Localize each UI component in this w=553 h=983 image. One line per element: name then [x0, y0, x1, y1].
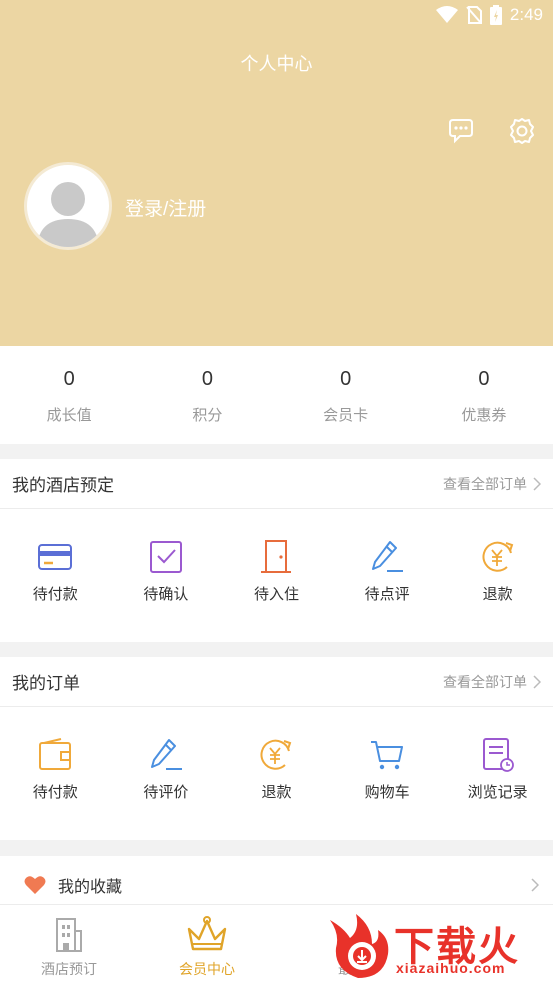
grid-label: 购物车	[364, 784, 410, 801]
avatar[interactable]	[24, 162, 112, 250]
stat-label: 积分	[192, 407, 223, 424]
stat-value: 0	[340, 368, 352, 390]
crown-icon	[187, 916, 227, 951]
building-icon	[56, 918, 82, 952]
yen-refund-icon	[261, 739, 292, 770]
page-title: 个人中心	[240, 54, 313, 74]
flame-logo-icon	[330, 914, 389, 978]
yen-refund-icon	[482, 541, 513, 572]
browsing-history[interactable]: 浏览记录	[442, 737, 553, 802]
status-time: 2:49	[509, 5, 543, 24]
battery-icon	[489, 5, 502, 25]
view-all-orders-link[interactable]: 查看全部订单	[443, 672, 541, 692]
settings-gear-icon[interactable]	[507, 116, 537, 146]
grid-label: 待付款	[32, 784, 78, 801]
grid-label: 待付款	[32, 586, 78, 603]
pen-icon	[372, 541, 404, 572]
chevron-right-icon	[531, 878, 539, 892]
checkbox-icon	[149, 541, 182, 573]
hotel-pending-confirm[interactable]: 待确认	[111, 539, 222, 604]
grid-label: 待评价	[143, 784, 189, 801]
grid-label: 待点评	[364, 586, 410, 603]
stat-label: 成长值	[46, 407, 92, 424]
section-title: 我的订单	[12, 674, 80, 693]
order-pending-review[interactable]: 待评价	[111, 737, 222, 802]
grid-label: 浏览记录	[467, 784, 528, 801]
chevron-right-icon	[533, 674, 541, 689]
grid-label: 待入住	[253, 586, 299, 603]
message-icon[interactable]	[446, 116, 476, 146]
stat-coupons[interactable]: 0 优惠券	[415, 346, 553, 444]
stat-growth[interactable]: 0 成长值	[0, 346, 138, 444]
stat-value: 0	[63, 368, 75, 390]
order-refund[interactable]: 退款	[221, 737, 332, 802]
wifi-icon	[435, 6, 458, 23]
stat-label: 会员卡	[323, 407, 369, 424]
hotel-refund[interactable]: 退款	[442, 539, 553, 604]
wallet-icon	[39, 738, 72, 770]
tab-hotel-booking[interactable]: 酒店预订	[0, 905, 138, 983]
stat-value: 0	[478, 368, 490, 390]
no-sim-icon	[466, 6, 482, 24]
stat-points[interactable]: 0 积分	[138, 346, 276, 444]
order-pending-payment[interactable]: 待付款	[0, 737, 111, 802]
view-all-label: 查看全部订单	[443, 475, 527, 492]
grid-label: 退款	[482, 586, 513, 603]
stat-member-card[interactable]: 0 会员卡	[277, 346, 415, 444]
watermark-logo: 下载火 xiazaihuo.com	[322, 912, 552, 982]
tab-label: 会员中心	[179, 961, 235, 977]
shopping-cart[interactable]: 购物车	[332, 737, 443, 802]
tab-label: 酒店预订	[41, 961, 97, 977]
profile-header: 2:49 个人中心 登录/注册	[0, 0, 553, 346]
watermark-url: xiazaihuo.com	[396, 960, 506, 976]
view-all-label: 查看全部订单	[443, 673, 527, 690]
hotel-pending-checkin[interactable]: 待入住	[221, 539, 332, 604]
heart-icon	[24, 876, 46, 894]
default-avatar-icon	[37, 182, 99, 247]
hotel-orders-section: 我的酒店预定 查看全部订单 待付款 待确认 待入住 待点评 退款	[0, 459, 553, 642]
stat-value: 0	[201, 368, 213, 390]
card-icon	[38, 544, 73, 570]
view-all-hotel-orders-link[interactable]: 查看全部订单	[443, 474, 541, 494]
tab-member-center[interactable]: 会员中心	[138, 905, 276, 983]
hotel-pending-review[interactable]: 待点评	[332, 539, 443, 604]
cart-icon	[371, 741, 404, 770]
stats-bar: 0 成长值 0 积分 0 会员卡 0 优惠券	[0, 346, 553, 444]
favorites-label: 我的收藏	[58, 879, 123, 896]
my-orders-header: 我的订单 查看全部订单	[0, 657, 553, 707]
section-title: 我的酒店预定	[12, 476, 114, 495]
status-bar: 2:49	[435, 4, 543, 26]
stat-label: 优惠券	[461, 407, 507, 424]
grid-label: 退款	[261, 784, 292, 801]
grid-label: 待确认	[143, 586, 189, 603]
my-orders-section: 我的订单 查看全部订单 待付款 待评价 退款 购物车 浏览记录	[0, 657, 553, 840]
hotel-orders-header: 我的酒店预定 查看全部订单	[0, 459, 553, 509]
pen-icon	[150, 739, 182, 770]
chevron-right-icon	[533, 476, 541, 491]
history-icon	[482, 738, 514, 772]
hotel-pending-payment[interactable]: 待付款	[0, 539, 111, 604]
door-icon	[261, 540, 292, 573]
login-register-link[interactable]: 登录/注册	[125, 194, 206, 221]
